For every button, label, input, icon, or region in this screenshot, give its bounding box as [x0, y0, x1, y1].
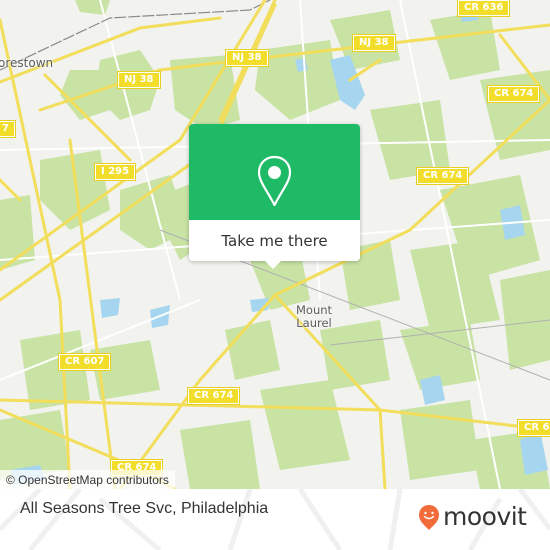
location-popup: Take me there [189, 124, 360, 269]
moovit-smile-pin-icon [419, 504, 439, 530]
road-label-nj38: NJ 38 [117, 71, 161, 89]
moovit-logo[interactable]: moovit [418, 503, 527, 531]
road-label-cr61: CR 61 [516, 419, 550, 437]
location-pin-icon [257, 155, 292, 207]
road-label-i295: I 295 [93, 163, 137, 181]
road-label-nj38: NJ 38 [225, 49, 269, 67]
popup-header [189, 124, 360, 220]
road-label-cr674: CR 674 [486, 85, 541, 103]
road-label-partial: 7 [0, 120, 16, 138]
take-me-there-button[interactable]: Take me there [189, 220, 360, 261]
map-attribution[interactable]: © OpenStreetMap contributors [0, 470, 175, 489]
place-title: All Seasons Tree Svc, Philadelphia [20, 500, 269, 517]
road-label-cr636: CR 636 [456, 0, 511, 17]
road-label-nj38: NJ 38 [352, 34, 396, 52]
place-label-mount-laurel: Mount Laurel [296, 303, 333, 330]
popup-pointer [264, 260, 282, 269]
place-label-moorestown: orestown [0, 56, 54, 70]
road-label-cr607: CR 607 [57, 353, 112, 371]
road-label-cr674: CR 674 [186, 387, 241, 405]
moovit-wordmark: moovit [443, 502, 527, 531]
road-label-cr674: CR 674 [415, 167, 470, 185]
